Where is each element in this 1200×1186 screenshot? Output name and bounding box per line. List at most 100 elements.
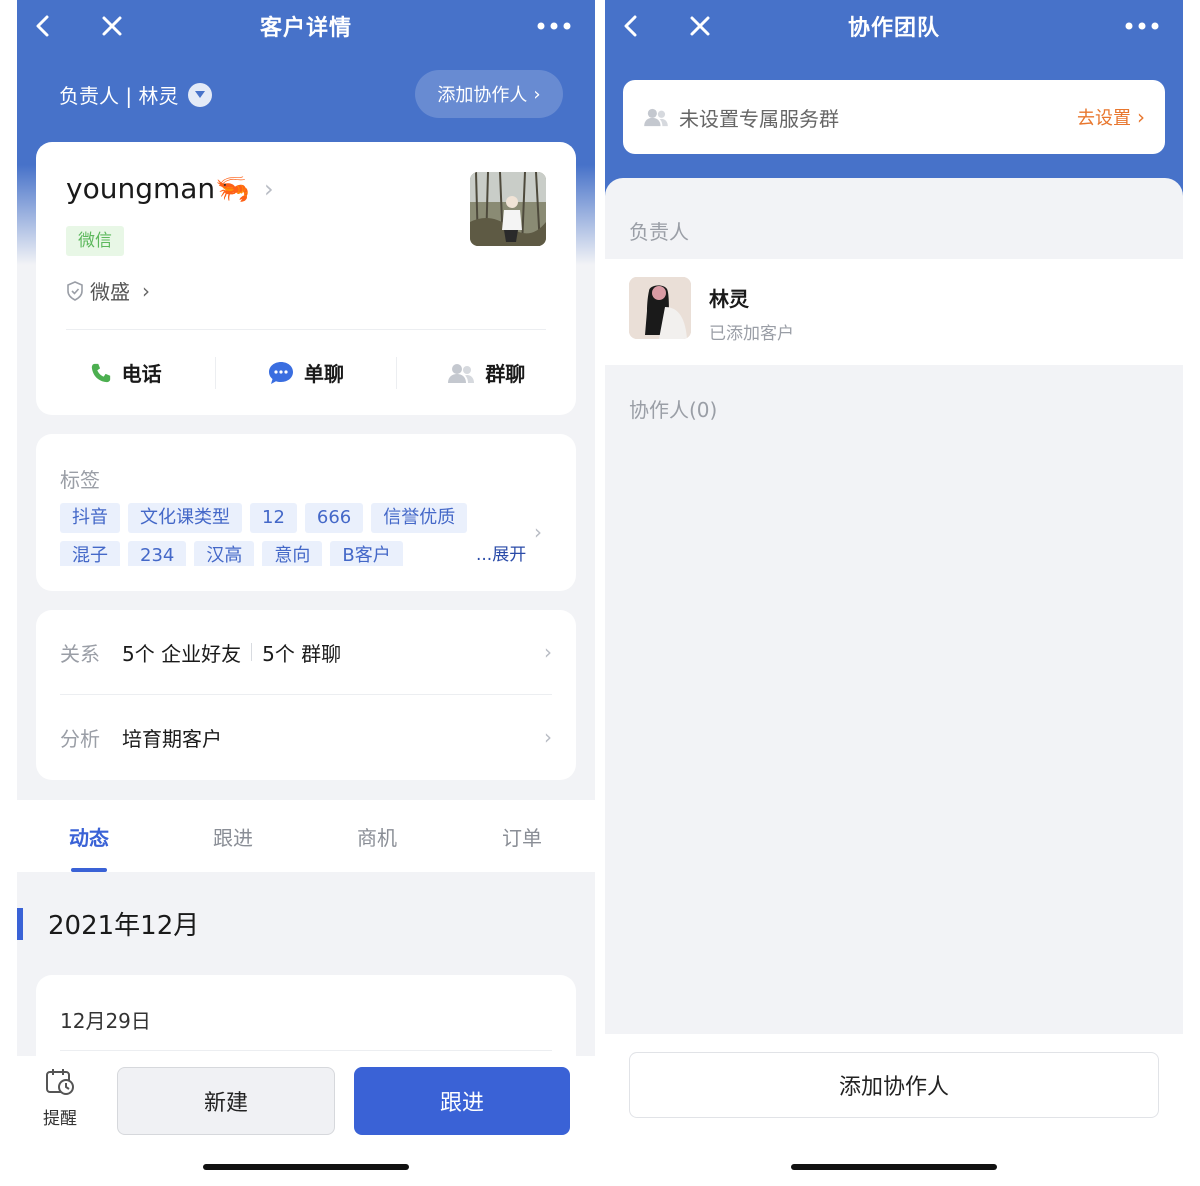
analysis-row[interactable]: 分析 培育期客户 ›: [60, 695, 552, 779]
tab-orders[interactable]: 订单: [449, 800, 595, 872]
tab-label: 订单: [502, 825, 542, 850]
service-group-text: 未设置专属服务群: [679, 106, 839, 131]
setup-link[interactable]: 去设置: [1077, 104, 1131, 130]
relation-groups: 5个 群聊: [262, 641, 342, 666]
tab-label: 动态: [69, 825, 109, 850]
customer-card: youngman🦐 › 微信 微盛 › 电话 单聊 群聊: [36, 142, 576, 415]
analysis-value: 培育期客户: [122, 726, 222, 751]
group-chat-icon: [448, 363, 475, 383]
collaboration-team-screen: 协作团队 未设置专属服务群 去设置 › 负责人 林灵 已添加客户 协作人(0) …: [605, 0, 1183, 1186]
phone-button[interactable]: 电话: [36, 358, 215, 387]
phone-icon: [91, 363, 110, 382]
tag: 意向: [262, 541, 323, 566]
owner-section-title: 负责人: [629, 220, 689, 244]
expand-tags-link[interactable]: ...展开: [476, 540, 526, 565]
home-indicator: [203, 1164, 409, 1170]
single-chat-label: 单聊: [303, 362, 344, 386]
single-chat-button[interactable]: 单聊: [216, 358, 395, 387]
tag: B客户: [330, 541, 403, 566]
chevron-right-icon: ›: [1137, 105, 1145, 129]
owner-row[interactable]: 负责人 | 林灵: [59, 80, 213, 109]
owner-status: 已添加客户: [709, 324, 794, 344]
owner-label: 负责人 | 林灵: [59, 84, 179, 108]
more-icon[interactable]: [537, 0, 571, 52]
new-button[interactable]: 新建: [117, 1067, 335, 1135]
back-icon[interactable]: [33, 0, 53, 52]
customer-avatar[interactable]: [470, 172, 546, 246]
page-title: 协作团队: [847, 16, 940, 41]
close-icon[interactable]: [689, 0, 711, 52]
tag: 混子: [60, 541, 120, 566]
tags-card[interactable]: 标签 抖音 文化课类型 12 666 信誉优质 混子 234 汉高 意向 B客户 ...展开 ›: [36, 434, 576, 591]
tag: 文化课类型: [128, 503, 242, 533]
chevron-right-icon: ›: [534, 520, 542, 544]
tab-activity[interactable]: 动态: [17, 800, 161, 872]
source-tag: 微信: [66, 226, 124, 256]
tag: 234: [128, 541, 187, 566]
team-list-panel: 负责人 林灵 已添加客户 协作人(0): [605, 178, 1183, 1038]
owner-name: 林灵: [709, 287, 749, 311]
divider: [251, 643, 253, 661]
chevron-right-icon: ›: [264, 174, 274, 203]
group-icon: [644, 108, 668, 127]
calendar-clock-icon: [46, 1069, 74, 1095]
add-collaborator-label: 添加协作人: [838, 1075, 949, 1100]
customer-name: youngman🦐: [66, 172, 251, 205]
owner-item[interactable]: 林灵 已添加客户: [605, 259, 1183, 365]
tag: 12: [250, 503, 297, 533]
add-collaborator-button[interactable]: 添加协作人 ›: [415, 70, 563, 118]
avatar: [629, 277, 691, 339]
follow-label: 跟进: [439, 1091, 484, 1116]
company-row[interactable]: 微盛 ›: [66, 276, 150, 305]
top-nav-bar: 客户详情: [17, 0, 595, 52]
relation-label: 关系: [60, 641, 100, 666]
customer-name-row[interactable]: youngman🦐 ›: [66, 172, 274, 205]
customer-detail-screen: 客户详情 负责人 | 林灵 添加协作人 › youngman🦐 › 微信 微盛 …: [17, 0, 595, 1186]
new-label: 新建: [203, 1091, 248, 1116]
remind-label: 提醒: [43, 1109, 77, 1129]
chevron-right-icon: ›: [544, 640, 552, 664]
group-chat-button[interactable]: 群聊: [397, 358, 576, 387]
relation-friends: 5个 企业好友: [122, 641, 242, 666]
more-icon[interactable]: [1125, 0, 1159, 52]
chevron-right-icon: ›: [544, 725, 552, 749]
tab-follow[interactable]: 跟进: [161, 800, 305, 872]
relation-row[interactable]: 关系 5个 企业好友 5个 群聊 ›: [60, 610, 552, 694]
chevron-right-icon: ›: [533, 83, 541, 105]
tab-label: 商机: [357, 825, 397, 850]
tab-bar: 动态 跟进 商机 订单: [17, 800, 595, 872]
follow-button[interactable]: 跟进: [354, 1067, 570, 1135]
service-group-row[interactable]: 未设置专属服务群 去设置 ›: [623, 80, 1165, 154]
page-title: 客户详情: [259, 16, 352, 41]
tag: 信誉优质: [371, 503, 468, 533]
owner-dropdown-icon[interactable]: [188, 82, 213, 107]
remind-button[interactable]: 提醒: [35, 1068, 85, 1129]
tag: 666: [304, 503, 364, 533]
chevron-right-icon: ›: [142, 278, 150, 303]
timeline-month: 2021年12月: [48, 911, 200, 941]
chat-icon: [268, 361, 293, 384]
timeline-day: 12月29日: [60, 1009, 151, 1033]
tab-indicator: [71, 868, 107, 872]
add-collaborator-button[interactable]: 添加协作人: [629, 1052, 1159, 1118]
tab-opportunity[interactable]: 商机: [305, 800, 449, 872]
back-icon[interactable]: [621, 0, 641, 52]
tags-row-2: 混子 234 汉高 意向 B客户: [60, 541, 411, 566]
group-chat-label: 群聊: [485, 362, 526, 386]
tags-title: 标签: [60, 468, 100, 492]
top-nav-bar: 协作团队: [605, 0, 1183, 52]
home-indicator: [791, 1164, 997, 1170]
company-name: 微盛: [90, 280, 130, 304]
shield-icon: [67, 280, 83, 301]
tag: 汉高: [194, 541, 255, 566]
phone-label: 电话: [121, 362, 162, 386]
tags-row-1: 抖音 文化课类型 12 666 信誉优质: [60, 503, 475, 533]
bottom-bar: 提醒 新建 跟进: [17, 1056, 595, 1186]
add-collaborator-label: 添加协作人: [437, 85, 528, 106]
analysis-label: 分析: [60, 726, 100, 751]
tab-label: 跟进: [213, 825, 253, 850]
contact-actions: 电话 单聊 群聊: [36, 330, 576, 415]
relation-card: 关系 5个 企业好友 5个 群聊 › 分析 培育期客户 ›: [36, 610, 576, 780]
section-marker: [17, 908, 23, 940]
close-icon[interactable]: [101, 0, 123, 52]
